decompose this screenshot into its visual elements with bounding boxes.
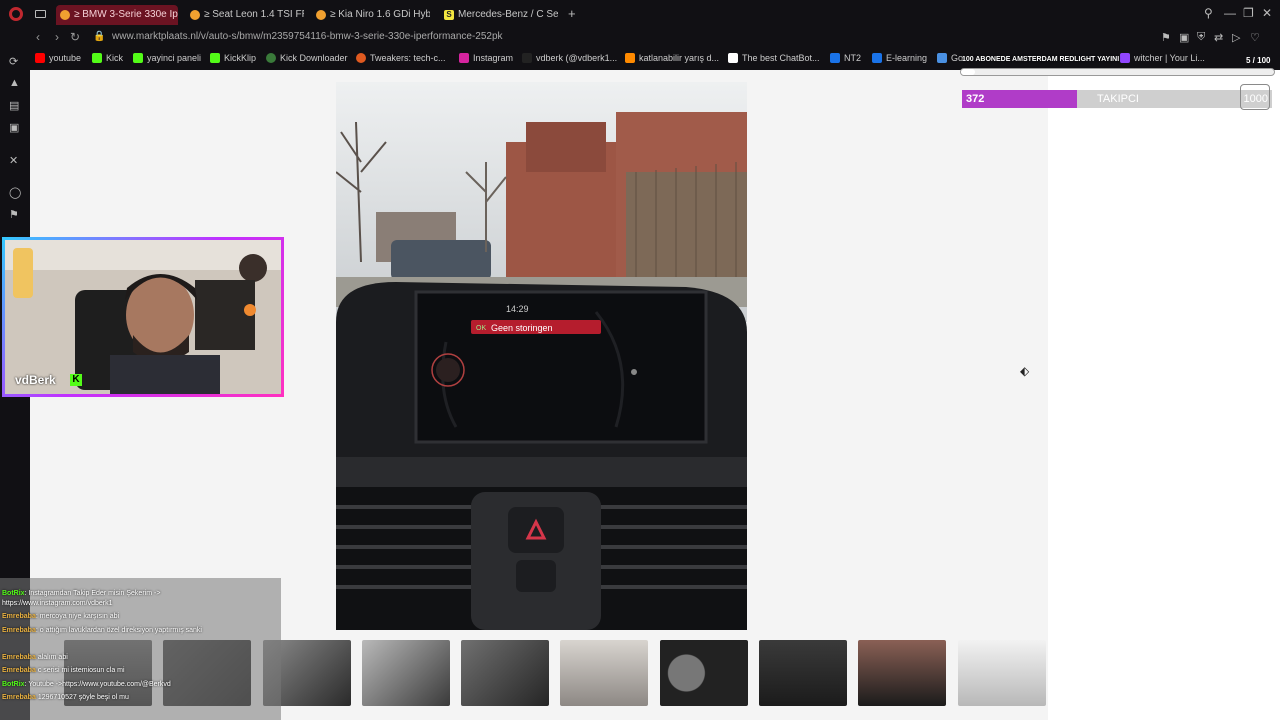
subscriber-goal-count: 5 / 100 <box>1246 56 1271 65</box>
google-icon <box>937 53 947 63</box>
tiktok-icon <box>522 53 532 63</box>
workspaces-icon[interactable]: ▤ <box>9 99 19 112</box>
bookmark-kickklip[interactable]: KickKlip <box>210 53 256 63</box>
search-tabs-icon[interactable]: ⚲ <box>1204 6 1213 20</box>
car-screen-time: 14:29 <box>506 304 529 314</box>
arrow-left-icon[interactable]: ‹ <box>36 30 40 44</box>
subscriber-goal-bar <box>960 68 1275 76</box>
tweakers-icon <box>356 53 366 63</box>
elearning-icon <box>872 53 882 63</box>
chat-message: Emrebaba: mercoya niye karşısın abi <box>2 613 120 620</box>
chat-message: https://www.instagram.com/vdberk1 <box>2 600 113 607</box>
tab-mercedes[interactable]: SMercedes-Benz / C Serisi <box>440 5 558 25</box>
tab-bmw[interactable]: ≥ BMW 3-Serie 330e Iperf <box>56 5 178 25</box>
streamer-name: vdBerk <box>15 373 56 387</box>
minimize-icon[interactable]: — <box>1224 6 1236 20</box>
stream-chat: BotRix: Instagramdan Takip Eder misin Şe… <box>0 578 281 720</box>
downloader-icon <box>266 53 276 63</box>
new-tab-icon[interactable]: + <box>568 6 576 21</box>
bookmark-kick-downloader[interactable]: Kick Downloader <box>266 53 348 63</box>
close-icon[interactable]: ✕ <box>1262 6 1272 20</box>
x-twitter-icon[interactable]: ✕ <box>9 154 18 167</box>
sahibinden-favicon-icon: S <box>444 10 454 20</box>
bookmark-nt2[interactable]: NT2 <box>830 53 861 63</box>
bookmark-youtube[interactable]: youtube <box>35 53 81 63</box>
mouse-cursor-icon: ⬖ <box>1020 364 1030 378</box>
opera-logo-icon[interactable] <box>9 7 23 21</box>
hazard-triangle-icon <box>508 507 564 553</box>
thumbnail-7[interactable] <box>660 640 748 706</box>
restore-icon[interactable]: ❐ <box>1243 6 1254 20</box>
lock-icon: 🔒 <box>93 31 106 42</box>
kick-icon <box>133 53 143 63</box>
twitcher-icon <box>1120 53 1130 63</box>
bookmark-elearning[interactable]: E-learning <box>872 53 927 63</box>
thumbnail-10[interactable] <box>958 640 1046 706</box>
nt2-icon <box>830 53 840 63</box>
chat-message: BotRix: Youtube ->https://www.youtube.co… <box>2 681 171 688</box>
chat-message: BotRix: Instagramdan Takip Eder misin Şe… <box>2 590 161 597</box>
tab-seat[interactable]: ≥ Seat Leon 1.4 TSI FR | P <box>186 5 304 25</box>
tab-menu-icon[interactable] <box>35 10 46 18</box>
chat-message: Emrebaba 1296710527 şöyle beşi ol mu <box>2 694 129 701</box>
pin-icon[interactable]: ⚑ <box>1161 31 1171 44</box>
pinboard-icon[interactable]: ⚑ <box>9 208 19 221</box>
car-interior-photo: 14:29 OK Geen storingen <box>336 82 747 630</box>
kickklip-icon <box>210 53 220 63</box>
follower-goal-target-box <box>1240 84 1270 110</box>
thumbnail-4[interactable] <box>362 640 450 706</box>
address-bar: ‹ › ↻ 🔒 www.marktplaats.nl/v/auto-s/bmw/… <box>0 28 1280 48</box>
translate-icon[interactable]: ⇄ <box>1214 31 1223 44</box>
bookmark-katlanabilir[interactable]: katlanabilir yarış d... <box>625 53 719 63</box>
kick-logo-icon: K <box>70 374 82 386</box>
player-icon[interactable]: ◯ <box>9 186 21 199</box>
snapshot-icon[interactable]: ▣ <box>1179 31 1189 44</box>
chat-message: Emrebaba: o attığım lavuklardan özel dir… <box>2 627 202 634</box>
heart-icon[interactable]: ♡ <box>1250 31 1260 44</box>
shop-icon <box>625 53 635 63</box>
thumbnail-6[interactable] <box>560 640 648 706</box>
bookmark-tiktok[interactable]: vdberk (@vdberk1... <box>522 53 617 63</box>
youtube-icon <box>35 53 45 63</box>
chatbot-icon <box>728 53 738 63</box>
bookmark-twitcher[interactable]: witcher | Your Li... <box>1120 53 1205 63</box>
thumbnail-5[interactable] <box>461 640 549 706</box>
bookmark-go[interactable]: Go <box>937 53 963 63</box>
shield-icon[interactable]: ⛨ <box>1197 31 1205 44</box>
tab-kia[interactable]: ≥ Kia Niro 1.6 GDi Hybrid <box>312 5 430 25</box>
kick-icon <box>92 53 102 63</box>
speed-dial-icon[interactable]: ⟳ <box>9 55 18 68</box>
car-screen-ok: OK <box>476 325 486 332</box>
messenger-icon[interactable]: ▣ <box>9 121 19 134</box>
chat-message: Emrebaba alalım abi <box>2 654 68 661</box>
bookmark-tweakers[interactable]: Tweakers: tech-c... <box>356 53 446 63</box>
aria-icon[interactable]: ▲ <box>9 77 20 89</box>
thumbnail-8[interactable] <box>759 640 847 706</box>
marktplaats-favicon-icon <box>316 10 326 20</box>
bookmark-instagram[interactable]: Instagram <box>459 53 513 63</box>
car-screen-status: Geen storingen <box>491 323 553 333</box>
arrow-right-icon[interactable]: › <box>55 30 59 44</box>
follower-goal-label: TAKIPCI <box>1097 93 1139 105</box>
marktplaats-favicon-icon <box>190 10 200 20</box>
bookmark-yayinci-paneli[interactable]: yayinci paneli <box>133 53 201 63</box>
tab-bar: ≥ BMW 3-Serie 330e Iperf ≥ Seat Leon 1.4… <box>0 0 1280 28</box>
follower-goal-current: 372 <box>966 93 985 105</box>
chat-message: Emrebaba c serisi mi istemiosun cla mi <box>2 667 125 674</box>
marktplaats-favicon-icon <box>60 10 70 20</box>
webcam-overlay: vdBerk K <box>2 237 284 397</box>
follower-goal-bar: TAKIPCI 1000 <box>962 90 1272 108</box>
bookmark-kick[interactable]: Kick <box>92 53 123 63</box>
instagram-icon <box>459 53 469 63</box>
url-field[interactable]: www.marktplaats.nl/v/auto-s/bmw/m2359754… <box>112 31 503 42</box>
main-car-photo[interactable]: 14:29 OK Geen storingen <box>336 82 747 630</box>
thumbnail-9[interactable] <box>858 640 946 706</box>
streamer-webcam-feed <box>5 240 281 394</box>
send-icon[interactable]: ▷ <box>1232 31 1240 44</box>
subscriber-goal-title: 100 ABONEDE AMSTERDAM REDLIGHT YAYINI <box>962 56 1120 63</box>
subscriber-goal-fill <box>961 69 975 75</box>
bookmark-chatbot[interactable]: The best ChatBot... <box>728 53 820 63</box>
reload-icon[interactable]: ↻ <box>70 30 80 44</box>
